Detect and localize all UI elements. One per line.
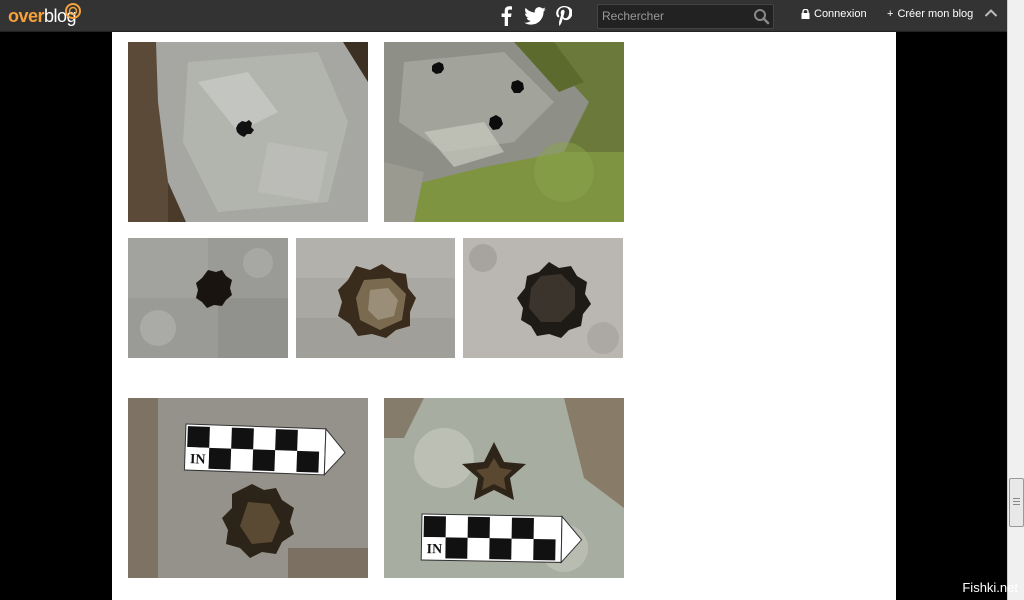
scale-bar: IN	[420, 513, 583, 564]
photo-star-hole-scale-2[interactable]: IN	[384, 398, 624, 578]
plus-icon: +	[887, 8, 894, 20]
photo-rock-single-hole[interactable]	[128, 42, 368, 222]
photo-rock-three-holes[interactable]	[384, 42, 624, 222]
photo-star-hole-3[interactable]	[463, 238, 623, 358]
photo-star-hole-scale-1[interactable]: IN	[128, 398, 368, 578]
search-icon[interactable]	[753, 8, 770, 25]
create-blog-label: Créer mon blog	[897, 8, 974, 20]
chevron-up-icon[interactable]	[984, 8, 998, 18]
search-input[interactable]	[598, 5, 750, 26]
scale-label: IN	[426, 542, 442, 557]
twitter-icon[interactable]	[523, 5, 547, 27]
photo-star-hole-2[interactable]	[296, 238, 455, 358]
grip-line	[1013, 504, 1020, 505]
facebook-icon[interactable]	[497, 5, 515, 27]
pinterest-icon[interactable]	[555, 5, 573, 27]
grip-line	[1013, 498, 1020, 499]
scrollbar-thumb[interactable]	[1009, 478, 1024, 527]
login-link[interactable]: Connexion	[801, 8, 867, 20]
grip-line	[1013, 501, 1020, 502]
scale-label: IN	[190, 452, 206, 468]
top-bar: overblog Connexion + Créer mon blog	[0, 0, 1007, 32]
photo-star-hole-1[interactable]	[128, 238, 288, 358]
watermark: Fishki.net	[962, 580, 1018, 595]
scale-bar: IN	[183, 423, 346, 477]
overblog-logo[interactable]: overblog	[8, 3, 81, 28]
article-content: IN IN	[112, 32, 896, 600]
login-label: Connexion	[814, 8, 867, 20]
logo-swirl-icon	[65, 3, 81, 19]
search-box	[597, 4, 774, 29]
create-blog-link[interactable]: + Créer mon blog	[887, 8, 973, 20]
lock-icon	[801, 9, 810, 19]
